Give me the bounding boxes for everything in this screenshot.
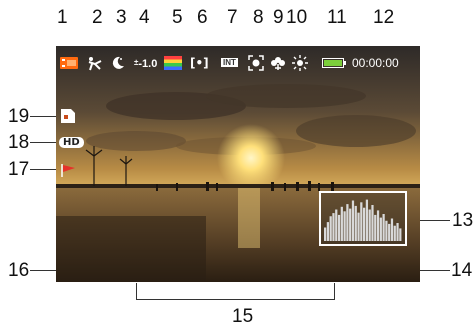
leader-line-19 (30, 116, 58, 117)
histogram-bar (388, 223, 391, 241)
leader-line-15c (136, 299, 335, 300)
histogram-bars (324, 199, 402, 241)
histogram-bar (340, 206, 343, 241)
video-mode-icon (60, 57, 78, 69)
macro-icon (271, 57, 285, 70)
callout-6: 6 (197, 7, 208, 28)
histogram-bar (349, 208, 352, 241)
exposure-value: ±-1.0 (134, 58, 158, 70)
metering-icon: [•] (190, 56, 209, 70)
histogram-bar (374, 214, 377, 241)
leader-line-17 (30, 169, 58, 170)
histogram (319, 191, 407, 246)
callout-15: 15 (232, 306, 254, 327)
histogram-bar (365, 199, 369, 241)
histogram-bar (346, 204, 349, 241)
histogram-bar (360, 202, 363, 241)
histogram-bar (326, 222, 330, 241)
white-balance-icon (164, 56, 182, 70)
callout-5: 5 (172, 7, 183, 28)
histogram-bar (332, 213, 335, 241)
night-mode-icon (112, 56, 124, 69)
viewfinder-screen: ±-1.0 [•] INT 00:00:00 HD (56, 46, 420, 282)
callout-2: 2 (92, 7, 103, 28)
motion-detection-icon (61, 164, 75, 177)
battery-icon (322, 58, 346, 68)
daylight-icon (292, 55, 308, 71)
callout-12: 12 (373, 7, 395, 28)
histogram-bar (363, 207, 366, 241)
histogram-bar (329, 216, 332, 241)
histogram-bar (393, 225, 396, 241)
histogram-bar (368, 209, 371, 241)
callout-18: 18 (8, 132, 30, 153)
recording-time: 00:00:00 (352, 56, 399, 70)
face-detection-icon (248, 55, 264, 71)
histogram-bar (337, 214, 341, 241)
histogram-bar (324, 227, 327, 241)
hd-resolution-icon: HD (59, 137, 84, 148)
histogram-bar (351, 200, 355, 241)
histogram-bar (399, 228, 402, 241)
callout-14: 14 (451, 260, 473, 281)
callout-3: 3 (116, 7, 127, 28)
histogram-bar (396, 223, 399, 241)
image-quality-icon (61, 109, 75, 123)
leader-line-18 (30, 142, 58, 143)
callout-7: 7 (227, 7, 238, 28)
callout-16: 16 (8, 260, 30, 281)
callout-4: 4 (139, 7, 150, 28)
histogram-bar (385, 220, 388, 241)
histogram-bar (382, 214, 385, 241)
leader-line-15b (334, 283, 335, 300)
histogram-bar (379, 217, 382, 241)
callout-17: 17 (8, 159, 30, 180)
histogram-bar (357, 212, 360, 241)
callout-8: 8 (253, 7, 264, 28)
histogram-bar (390, 218, 394, 241)
callout-11: 11 (327, 7, 347, 28)
histogram-bar (343, 211, 346, 241)
callout-1: 1 (57, 7, 68, 28)
histogram-bar (376, 210, 380, 241)
leader-line-16 (30, 270, 58, 271)
leader-line-15a (136, 283, 137, 300)
scene-mode-icon (88, 57, 102, 71)
callout-13: 13 (452, 210, 474, 231)
histogram-bar (354, 205, 357, 241)
callout-9: 9 (273, 7, 284, 28)
histogram-bar (371, 205, 374, 241)
histogram-bar (335, 209, 338, 241)
callout-19: 19 (8, 106, 30, 127)
internal-memory-indicator: INT (221, 58, 238, 67)
callout-10: 10 (286, 7, 308, 28)
